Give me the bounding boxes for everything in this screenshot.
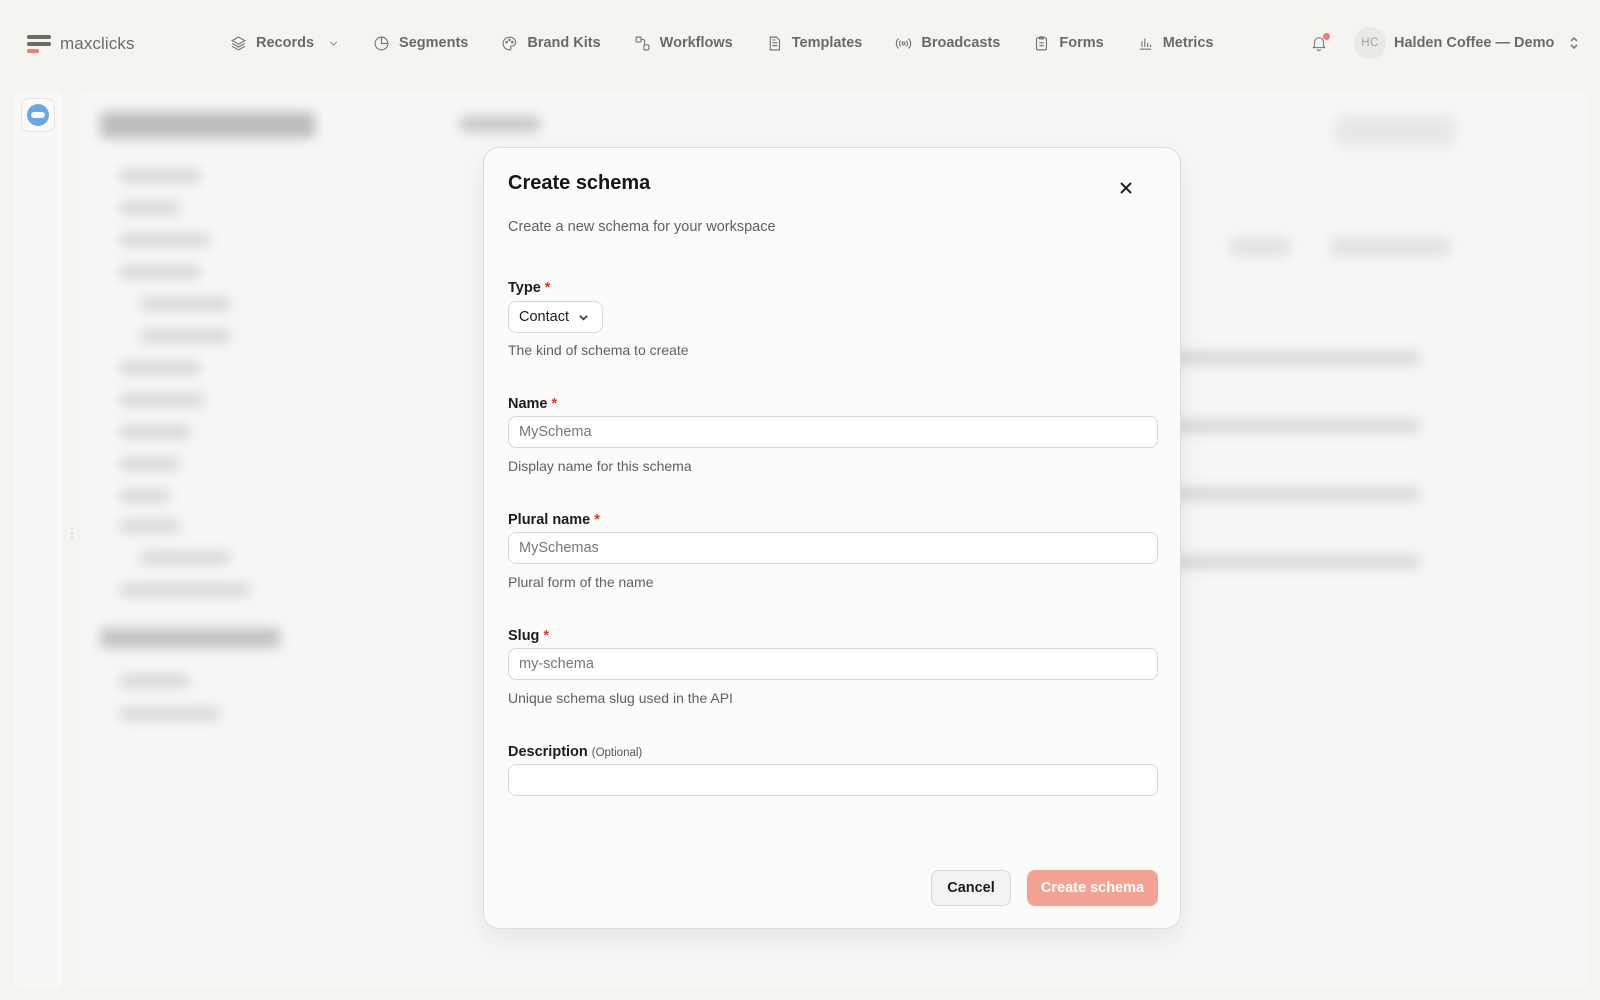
slug-input[interactable] (508, 648, 1158, 680)
type-select-value: Contact (519, 309, 569, 325)
close-icon (1120, 182, 1132, 194)
slug-label: Slug * (508, 628, 550, 644)
create-schema-dialog: Create schema Create a new schema for yo… (483, 147, 1181, 929)
required-marker: * (544, 280, 551, 296)
description-input[interactable] (508, 764, 1158, 796)
dialog-title: Create schema (508, 172, 651, 194)
name-help: Display name for this schema (508, 458, 692, 474)
required-marker: * (551, 396, 558, 412)
create-schema-button[interactable]: Create schema (1027, 870, 1158, 906)
cancel-button[interactable]: Cancel (931, 870, 1011, 906)
dialog-description: Create a new schema for your workspace (508, 219, 776, 235)
type-label: Type * (508, 280, 551, 296)
slug-help: Unique schema slug used in the API (508, 690, 733, 706)
name-input[interactable] (508, 416, 1158, 448)
close-button[interactable] (1116, 178, 1136, 198)
required-marker: * (543, 628, 550, 644)
type-help: The kind of schema to create (508, 342, 689, 358)
description-label: Description (Optional) (508, 744, 643, 760)
plural-name-input[interactable] (508, 532, 1158, 564)
name-label: Name * (508, 396, 558, 412)
plural-name-label: Plural name * (508, 512, 600, 528)
required-marker: * (594, 512, 600, 528)
plural-name-help: Plural form of the name (508, 574, 654, 590)
optional-marker: (Optional) (591, 747, 643, 759)
type-select[interactable]: Contact (508, 301, 603, 333)
chevron-down-icon (579, 314, 588, 321)
